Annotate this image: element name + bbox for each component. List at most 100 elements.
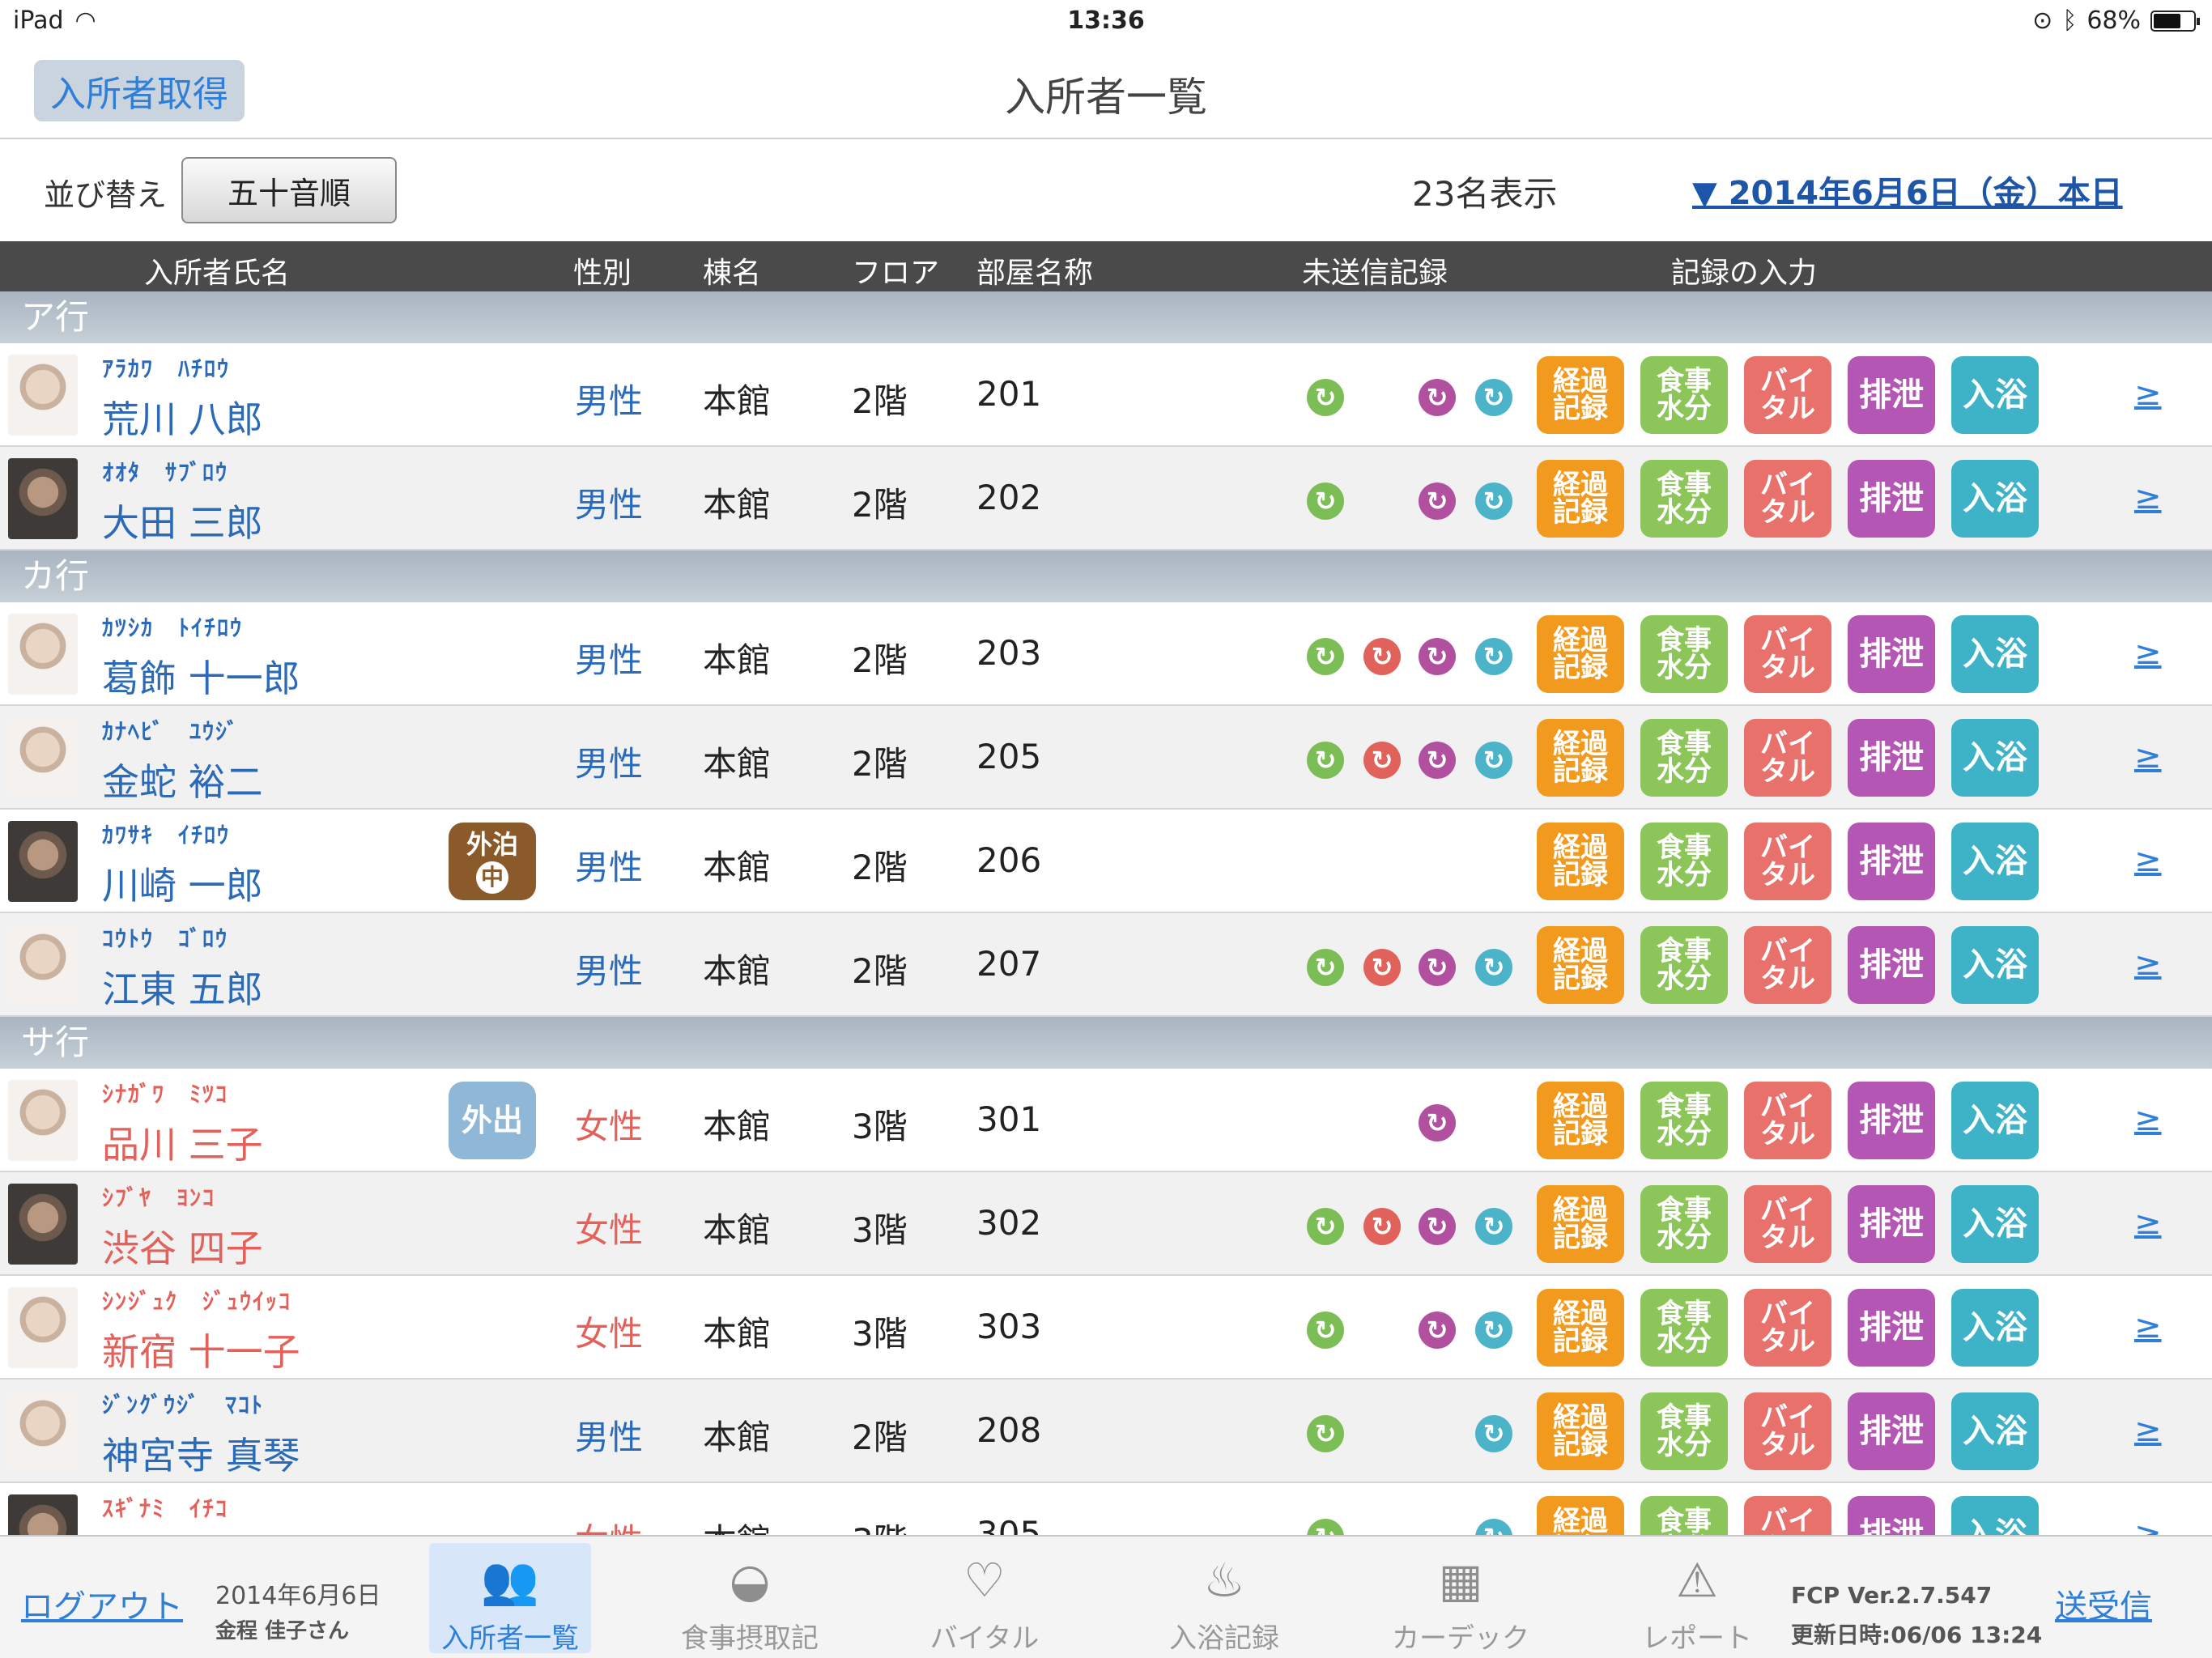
excretion-button[interactable]: 排泄 — [1848, 1289, 1935, 1367]
excretion-button[interactable]: 排泄 — [1848, 615, 1935, 693]
unsent-purple-icon[interactable]: ↻ — [1419, 742, 1456, 779]
meal-water-button[interactable]: 食事 水分 — [1640, 1392, 1728, 1470]
detail-link[interactable]: ≥ — [2134, 946, 2162, 983]
unsent-purple-icon[interactable]: ↻ — [1419, 1312, 1456, 1349]
detail-link[interactable]: ≥ — [2134, 1516, 2162, 1535]
excretion-button[interactable]: 排泄 — [1848, 1496, 1935, 1535]
logout-link[interactable]: ログアウト — [21, 1580, 183, 1627]
vital-button[interactable]: バイ タル — [1744, 1496, 1831, 1535]
vital-button[interactable]: バイ タル — [1744, 615, 1831, 693]
bath-button[interactable]: 入浴 — [1951, 356, 2039, 434]
resident-row[interactable]: ｺｳﾄｳ ｺﾞﾛｳ 江東 五郎 男性 本館 2階 207 ↻ ↻ ↻ ↻ 経過 記録 食事 水分 バイ … — [0, 913, 2212, 1017]
meal-water-button[interactable]: 食事 水分 — [1640, 615, 1728, 693]
unsent-blue-icon[interactable]: ↻ — [1475, 949, 1512, 986]
vital-button[interactable]: バイ タル — [1744, 1392, 1831, 1470]
bath-button[interactable]: 入浴 — [1951, 823, 2039, 900]
progress-record-button[interactable]: 経過 記録 — [1537, 1082, 1624, 1159]
bath-button[interactable]: 入浴 — [1951, 1082, 2039, 1159]
unsent-green-icon[interactable]: ↻ — [1307, 1208, 1344, 1245]
detail-link[interactable]: ≥ — [2134, 635, 2162, 672]
unsent-green-icon[interactable]: ↻ — [1307, 1415, 1344, 1452]
resident-row[interactable]: ｶﾅﾍﾋﾞ ﾕｳｼﾞ 金蛇 裕二 男性 本館 2階 205 ↻ ↻ ↻ ↻ 経過 記録 食事 水分 バイ… — [0, 706, 2212, 810]
progress-record-button[interactable]: 経過 記録 — [1537, 356, 1624, 434]
unsent-green-icon[interactable]: ↻ — [1307, 483, 1344, 520]
excretion-button[interactable]: 排泄 — [1848, 1185, 1935, 1263]
bath-button[interactable]: 入浴 — [1951, 1392, 2039, 1470]
detail-link[interactable]: ≥ — [2134, 1308, 2162, 1346]
resident-row[interactable]: ｼﾝｼﾞｭｸ ｼﾞｭｳｲｯｺ 新宿 十一子 女性 本館 3階 303 ↻ ↻ ↻ 経過 記録 食事 … — [0, 1276, 2212, 1380]
unsent-purple-icon[interactable]: ↻ — [1419, 949, 1456, 986]
unsent-purple-icon[interactable]: ↻ — [1419, 1104, 1456, 1141]
unsent-green-icon[interactable]: ↻ — [1307, 742, 1344, 779]
bath-button[interactable]: 入浴 — [1951, 1185, 2039, 1263]
detail-link[interactable]: ≥ — [2134, 738, 2162, 776]
unsent-blue-icon[interactable]: ↻ — [1475, 379, 1512, 416]
unsent-blue-icon[interactable]: ↻ — [1475, 483, 1512, 520]
progress-record-button[interactable]: 経過 記録 — [1537, 460, 1624, 538]
unsent-blue-icon[interactable]: ↻ — [1475, 1519, 1512, 1535]
unsent-purple-icon[interactable]: ↻ — [1419, 483, 1456, 520]
detail-link[interactable]: ≥ — [2134, 1412, 2162, 1449]
meal-water-button[interactable]: 食事 水分 — [1640, 926, 1728, 1004]
bath-button[interactable]: 入浴 — [1951, 460, 2039, 538]
unsent-red-icon[interactable]: ↻ — [1363, 949, 1401, 986]
bath-button[interactable]: 入浴 — [1951, 926, 2039, 1004]
progress-record-button[interactable]: 経過 記録 — [1537, 615, 1624, 693]
unsent-green-icon[interactable]: ↻ — [1307, 379, 1344, 416]
unsent-purple-icon[interactable]: ↻ — [1419, 379, 1456, 416]
progress-record-button[interactable]: 経過 記録 — [1537, 1185, 1624, 1263]
resident-row[interactable]: ｼﾞﾝｸﾞｳｼﾞ ﾏｺﾄ 神宮寺 真琴 男性 本館 2階 208 ↻ ↻ 経過 記録 食事 水分バ… — [0, 1380, 2212, 1483]
meal-water-button[interactable]: 食事 水分 — [1640, 1496, 1728, 1535]
sort-button[interactable]: 五十音順 — [181, 157, 397, 223]
meal-water-button[interactable]: 食事 水分 — [1640, 719, 1728, 797]
unsent-green-icon[interactable]: ↻ — [1307, 638, 1344, 675]
excretion-button[interactable]: 排泄 — [1848, 1392, 1935, 1470]
vital-button[interactable]: バイ タル — [1744, 1082, 1831, 1159]
vital-button[interactable]: バイ タル — [1744, 1185, 1831, 1263]
unsent-purple-icon[interactable]: ↻ — [1419, 1208, 1456, 1245]
excretion-button[interactable]: 排泄 — [1848, 1082, 1935, 1159]
bath-button[interactable]: 入浴 — [1951, 1289, 2039, 1367]
detail-link[interactable]: ≥ — [2134, 376, 2162, 413]
detail-link[interactable]: ≥ — [2134, 1101, 2162, 1138]
excretion-button[interactable]: 排泄 — [1848, 356, 1935, 434]
bath-button[interactable]: 入浴 — [1951, 615, 2039, 693]
tab-report[interactable]: ⚠ レポート — [1616, 1543, 1778, 1655]
unsent-red-icon[interactable]: ↻ — [1363, 638, 1401, 675]
detail-link[interactable]: ≥ — [2134, 1205, 2162, 1242]
vital-button[interactable]: バイ タル — [1744, 460, 1831, 538]
tab-kardex[interactable]: ▦ カーデックス — [1380, 1543, 1542, 1655]
tab-residents[interactable]: 👥 入所者一覧 — [429, 1543, 591, 1655]
resident-row[interactable]: ｱﾗｶﾜ ﾊﾁﾛｳ 荒川 八郎 男性 本館 2階 201 ↻ ↻ ↻ 経過 記録 食事 水分 バイ タ… — [0, 343, 2212, 447]
resident-row[interactable]: ｶﾜｻｷ ｲﾁﾛｳ 川崎 一郎 外泊中男性 本館 2階 206 経過 記録 食事 水分 バイ タ… — [0, 810, 2212, 913]
meal-water-button[interactable]: 食事 水分 — [1640, 356, 1728, 434]
tab-vital[interactable]: ♡ バイタル — [904, 1543, 1066, 1655]
resident-row[interactable]: ｽｷﾞﾅﾐ ｲﾁｺ 女性 本館 3階 305 ↻ ↻ 経過 記録食事 水分バイ タル排泄入浴 ≥ — [0, 1483, 2212, 1535]
bath-button[interactable]: 入浴 — [1951, 719, 2039, 797]
detail-link[interactable]: ≥ — [2134, 479, 2162, 517]
excretion-button[interactable]: 排泄 — [1848, 823, 1935, 900]
unsent-blue-icon[interactable]: ↻ — [1475, 742, 1512, 779]
meal-water-button[interactable]: 食事 水分 — [1640, 1082, 1728, 1159]
progress-record-button[interactable]: 経過 記録 — [1537, 1496, 1624, 1535]
excretion-button[interactable]: 排泄 — [1848, 719, 1935, 797]
vital-button[interactable]: バイ タル — [1744, 926, 1831, 1004]
resident-list[interactable]: ア行 ｱﾗｶﾜ ﾊﾁﾛｳ 荒川 八郎 男性 本館 2階 201 ↻ ↻ ↻ 経過 記録 食事 水分 バイ… — [0, 291, 2212, 1535]
tab-bath[interactable]: ♨ 入浴記録 — [1143, 1543, 1305, 1655]
meal-water-button[interactable]: 食事 水分 — [1640, 1185, 1728, 1263]
vital-button[interactable]: バイ タル — [1744, 719, 1831, 797]
unsent-green-icon[interactable]: ↻ — [1307, 1312, 1344, 1349]
meal-water-button[interactable]: 食事 水分 — [1640, 460, 1728, 538]
excretion-button[interactable]: 排泄 — [1848, 926, 1935, 1004]
unsent-blue-icon[interactable]: ↻ — [1475, 1208, 1512, 1245]
resident-row[interactable]: ｵｵﾀ ｻﾌﾞﾛｳ 大田 三郎 男性 本館 2階 202 ↻ ↻ ↻ 経過 記録 食事 水分 バイ タ… — [0, 447, 2212, 551]
progress-record-button[interactable]: 経過 記録 — [1537, 926, 1624, 1004]
unsent-blue-icon[interactable]: ↻ — [1475, 1415, 1512, 1452]
meal-water-button[interactable]: 食事 水分 — [1640, 823, 1728, 900]
vital-button[interactable]: バイ タル — [1744, 1289, 1831, 1367]
resident-row[interactable]: ｼﾅｶﾞﾜ ﾐﾂｺ 品川 三子 外出 女性 本館 3階 301 ↻ 経過 記録 食事 水分 バイ タ… — [0, 1069, 2212, 1172]
progress-record-button[interactable]: 経過 記録 — [1537, 1392, 1624, 1470]
unsent-purple-icon[interactable]: ↻ — [1419, 638, 1456, 675]
bath-button[interactable]: 入浴 — [1951, 1496, 2039, 1535]
unsent-red-icon[interactable]: ↻ — [1363, 742, 1401, 779]
